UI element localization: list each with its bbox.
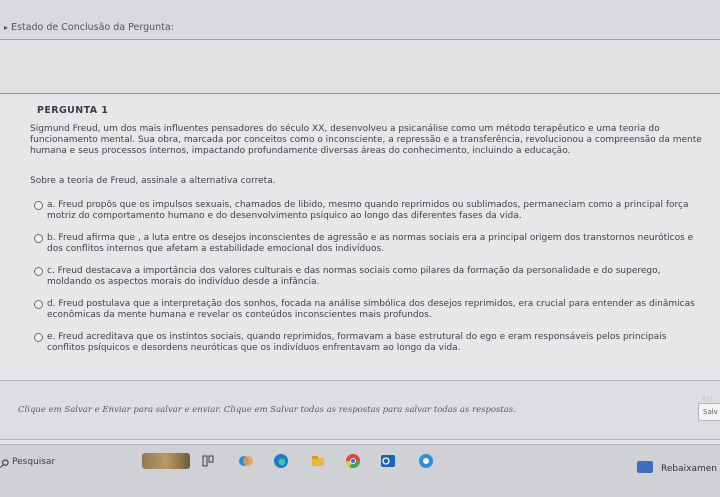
- widget-label[interactable]: Rebaixamen: [661, 464, 717, 474]
- radio-button[interactable]: [34, 201, 43, 210]
- save-instructions: Clique em Salvar e Enviar para salvar e …: [18, 405, 516, 415]
- question-number: PERGUNTA 1: [37, 105, 109, 116]
- task-view-icon[interactable]: [200, 453, 216, 469]
- submit-footer: Clique em Salvar e Enviar para salvar e …: [0, 380, 720, 440]
- outlook-icon[interactable]: [380, 453, 396, 469]
- option-label: a. Freud propôs que os impulsos sexuais,…: [47, 200, 689, 221]
- radio-button[interactable]: [34, 300, 43, 309]
- radio-button[interactable]: [34, 267, 43, 276]
- question-prompt: Sobre a teoria de Freud, assinale a alte…: [30, 176, 276, 186]
- radio-button[interactable]: [34, 234, 43, 243]
- option-label: e. Freud acreditava que os instintos soc…: [47, 332, 667, 353]
- question-text: Sigmund Freud, um dos mais influentes pe…: [30, 124, 702, 156]
- chrome-icon[interactable]: [345, 453, 361, 469]
- copilot-icon[interactable]: [238, 453, 254, 469]
- expand-arrow-icon[interactable]: ▸: [4, 23, 8, 32]
- photos-icon[interactable]: [418, 453, 434, 469]
- option-label: c. Freud destacava a importância dos val…: [47, 266, 661, 287]
- search-icon[interactable]: [0, 459, 9, 468]
- spacer: [0, 41, 720, 94]
- save-button[interactable]: Salv: [698, 403, 720, 421]
- divider: [0, 93, 720, 94]
- radio-button[interactable]: [34, 333, 43, 342]
- option-label: d. Freud postulava que a interpretação d…: [47, 299, 695, 320]
- completion-status[interactable]: ▸ Estado de Conclusão da Pergunta:: [4, 22, 174, 33]
- stock-widget-icon[interactable]: [637, 461, 653, 473]
- windows-taskbar: Pesquisar Rebaixamen: [0, 444, 720, 497]
- option-label: b. Freud afirma que , a luta entre os de…: [47, 233, 694, 254]
- weather-widget-image[interactable]: [142, 453, 190, 469]
- completion-status-bar: ▸ Estado de Conclusão da Pergunta:: [0, 0, 720, 40]
- completion-status-label: Estado de Conclusão da Pergunta:: [11, 22, 174, 33]
- taskbar-search[interactable]: Pesquisar: [12, 457, 55, 467]
- file-explorer-icon[interactable]: [310, 453, 326, 469]
- question-panel: PERGUNTA 1 Sigmund Freud, um dos mais in…: [0, 96, 720, 380]
- edge-icon[interactable]: [273, 453, 289, 469]
